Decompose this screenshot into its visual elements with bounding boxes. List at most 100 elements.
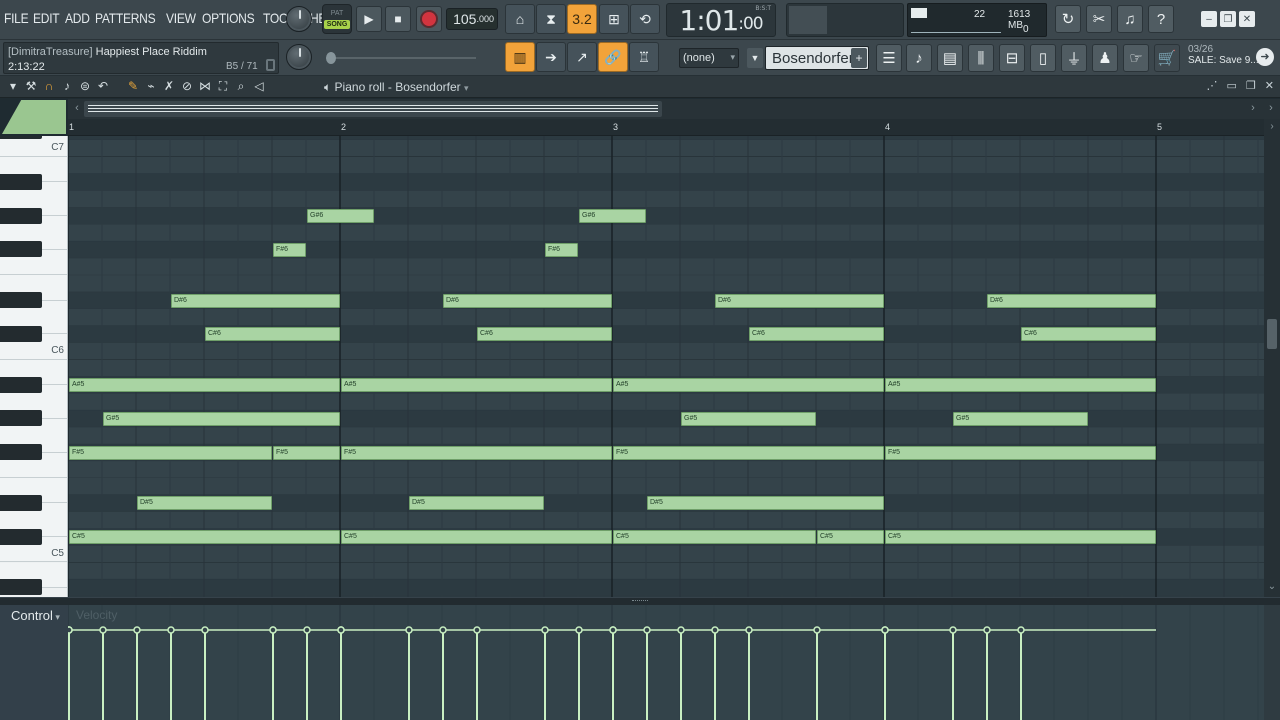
wrench-icon[interactable]: ⚒ [24, 79, 38, 93]
note-gs6[interactable]: G#6 [307, 209, 374, 224]
note-fs6[interactable]: F#6 [545, 242, 578, 257]
corner-tab[interactable] [2, 100, 66, 134]
black-key[interactable] [0, 376, 42, 393]
note-grid[interactable]: G#6 G#6 F#6 F#6 D#6 D#6 D#6 D#6 C#6 C#6 C#6 C#6 A#5 A… [68, 136, 1264, 597]
horizontal-scrollbar[interactable]: ‹ › › [68, 99, 1280, 119]
velocity-handle[interactable] [983, 626, 991, 634]
tool-corner[interactable] [0, 99, 68, 136]
step-edit-button[interactable]: ➔ [536, 42, 566, 72]
velocity-handle[interactable] [68, 626, 73, 634]
add-channel-button[interactable]: + [851, 48, 867, 68]
note-cs5[interactable]: C#5 [341, 530, 612, 545]
black-key[interactable] [0, 579, 42, 596]
timeline-ruler[interactable]: 1 2 3 4 5 [68, 119, 1264, 136]
black-key[interactable] [0, 528, 42, 545]
help-button[interactable]: ? [1148, 5, 1174, 33]
performance-button[interactable]: ♟ [1092, 44, 1118, 72]
menu-icon[interactable]: ⊜ [78, 79, 92, 93]
black-key[interactable] [0, 173, 42, 190]
velocity-handle[interactable] [643, 626, 651, 634]
ruler-bar-number[interactable]: 5 [1157, 122, 1162, 132]
menu-file[interactable]: FILE [4, 10, 29, 26]
note-cs6[interactable]: C#6 [205, 327, 340, 342]
velocity-handle[interactable] [541, 626, 549, 634]
black-key[interactable] [0, 241, 42, 258]
play-button[interactable]: ▶ [356, 6, 382, 32]
velocity-handle[interactable] [439, 626, 447, 634]
velocity-handle[interactable] [575, 626, 583, 634]
master-volume-knob[interactable] [286, 44, 312, 70]
note-cs6[interactable]: C#6 [1021, 327, 1156, 342]
note-cs5[interactable]: C#5 [69, 530, 340, 545]
note-fs5[interactable]: F#5 [613, 445, 884, 460]
stamp-button[interactable]: ♖ [629, 42, 659, 72]
note-as5[interactable]: A#5 [341, 378, 612, 393]
piano-keyboard[interactable]: C7 C6 C5 [0, 136, 68, 597]
stop-button[interactable]: ■ [385, 6, 411, 32]
note-cs6[interactable]: C#6 [477, 327, 612, 342]
editor-splitter[interactable] [0, 597, 1280, 605]
vertical-scrollbar[interactable]: › ⌄ [1264, 119, 1280, 597]
piano-roll-view-button[interactable]: ▥ [505, 42, 535, 72]
scrollbar-thumb[interactable] [84, 101, 662, 117]
undo-history-button[interactable]: ↻ [1055, 5, 1081, 33]
delete-tool-icon[interactable]: ✗ [162, 79, 176, 93]
loop-record-button[interactable]: ⟲ [630, 4, 660, 34]
touch-button[interactable]: ☞ [1123, 44, 1149, 72]
note-cs5[interactable]: C#5 [817, 530, 884, 545]
note-ds6[interactable]: D#6 [715, 293, 884, 308]
black-key[interactable] [0, 207, 42, 224]
piano-roll-title[interactable]: 🔈︎ Piano roll - Bosendorfer ▾ [324, 80, 469, 95]
tempo-display[interactable]: 105.000 [446, 8, 498, 30]
note-cs6[interactable]: C#6 [749, 327, 884, 342]
scroll-down-icon[interactable]: ⌄ [1266, 581, 1278, 593]
wait-record-button[interactable]: ⧗ [536, 4, 566, 34]
velocity-handle[interactable] [473, 626, 481, 634]
cut-button[interactable]: ✂ [1086, 5, 1112, 33]
note-gs5[interactable]: G#5 [681, 411, 816, 426]
pr-close-icon[interactable]: ✕ [1265, 79, 1274, 92]
note-as5[interactable]: A#5 [885, 378, 1156, 393]
note-ds6[interactable]: D#6 [171, 293, 340, 308]
close-button[interactable]: ✕ [1239, 11, 1255, 27]
black-key[interactable] [0, 325, 42, 342]
news-next-button[interactable]: ➜ [1256, 48, 1274, 66]
black-key[interactable] [0, 494, 42, 511]
note-fs5[interactable]: F#5 [341, 445, 612, 460]
channel-rack-button[interactable]: ▤ [937, 44, 963, 72]
master-volume-slider[interactable] [326, 52, 476, 64]
scroll-left-icon[interactable]: ‹ [70, 102, 84, 116]
velocity-handle[interactable] [133, 626, 141, 634]
playback-icon[interactable]: ♪ [60, 79, 74, 93]
velocity-handle[interactable] [609, 626, 617, 634]
note-fs5[interactable]: F#5 [885, 445, 1156, 460]
pr-maximize-icon[interactable]: ❐ [1246, 79, 1256, 92]
news-panel[interactable]: 03/26 SALE: Save 9... [1188, 44, 1260, 76]
channel-prev-button[interactable]: ▼ [747, 48, 763, 68]
velocity-handle[interactable] [745, 626, 753, 634]
snap-select[interactable]: (none) [679, 48, 739, 68]
velocity-handle[interactable] [167, 626, 175, 634]
scroll-up-icon[interactable]: › [1266, 121, 1278, 133]
note-fs5[interactable]: F#5 [273, 445, 340, 460]
slider-thumb[interactable] [326, 52, 336, 64]
paint-brush-icon[interactable]: ⌁ [144, 79, 158, 93]
note-gs5[interactable]: G#5 [953, 411, 1088, 426]
minimize-button[interactable]: – [1201, 11, 1217, 27]
playlist-button[interactable]: ☰ [876, 44, 902, 72]
velocity-handle[interactable] [201, 626, 209, 634]
note-as5[interactable]: A#5 [69, 378, 340, 393]
pencil-icon[interactable]: ✎ [126, 79, 140, 93]
note-ds5[interactable]: D#5 [137, 496, 272, 511]
ruler-bar-number[interactable]: 1 [69, 122, 74, 132]
menu-view[interactable]: VIEW [166, 10, 196, 26]
velocity-handle[interactable] [405, 626, 413, 634]
velocity-handle[interactable] [813, 626, 821, 634]
velocity-handle[interactable] [677, 626, 685, 634]
blend-notes-button[interactable]: ⊞ [599, 4, 629, 34]
velocity-handle[interactable] [303, 626, 311, 634]
mixer-button[interactable]: ⫼ [968, 44, 994, 72]
velocity-handle[interactable] [711, 626, 719, 634]
note-gs5[interactable]: G#5 [103, 411, 340, 426]
control-dropdown[interactable]: Control [11, 608, 60, 623]
